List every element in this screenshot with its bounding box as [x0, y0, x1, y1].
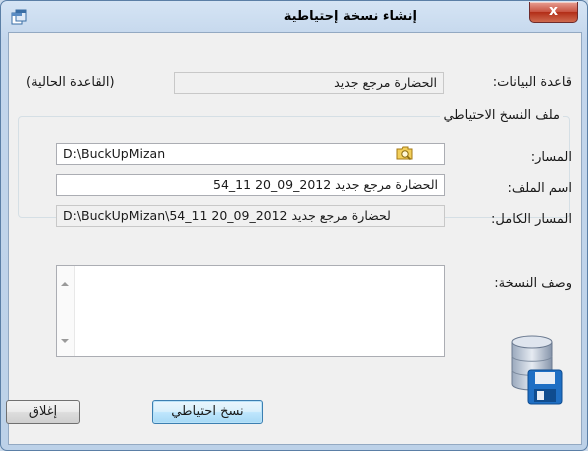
window-title: إنشاء نسخة إحتياطية — [283, 9, 417, 24]
scroll-down-arrow-icon[interactable] — [61, 339, 69, 343]
backup-file-group: ملف النسخ الاحتياطي — [18, 108, 570, 218]
dialog-body: قاعدة البيانات: الحضارة مرجع جديد (القاع… — [6, 32, 582, 445]
path-input[interactable]: D:\BuckUpMizan — [56, 143, 445, 165]
filename-input[interactable]: الحضارة مرجع جديد 2012_09_20 11_54 — [56, 174, 445, 196]
description-textarea[interactable] — [56, 265, 445, 357]
folder-browse-icon[interactable] — [396, 145, 414, 161]
fullpath-label: المسار الكامل: — [491, 212, 572, 227]
description-scrollbar[interactable] — [57, 266, 75, 356]
fullpath-field: D:\BuckUpMizan\54_11 20_09_2012 لحضارة م… — [56, 205, 445, 227]
filename-label: اسم الملف: — [507, 181, 572, 196]
close-window-button[interactable]: x — [529, 2, 578, 23]
close-button[interactable]: إغلاق — [6, 400, 80, 424]
app-icon[interactable] — [11, 9, 27, 25]
database-label: قاعدة البيانات: — [492, 75, 572, 90]
path-label: المسار: — [530, 150, 572, 165]
scroll-up-arrow-icon[interactable] — [61, 282, 69, 286]
database-save-icon — [506, 332, 564, 406]
database-field: الحضارة مرجع جديد — [174, 72, 444, 94]
current-database-note: (القاعدة الحالية) — [26, 75, 115, 90]
backup-button[interactable]: نسخ احتياطي — [152, 400, 263, 424]
backup-group-title: ملف النسخ الاحتياطي — [440, 108, 563, 123]
title-bar[interactable]: إنشاء نسخة إحتياطية x — [1, 1, 587, 33]
description-label: وصف النسخة: — [494, 276, 572, 291]
backup-dialog: إنشاء نسخة إحتياطية x قاعدة البيانات: ال… — [0, 0, 588, 451]
